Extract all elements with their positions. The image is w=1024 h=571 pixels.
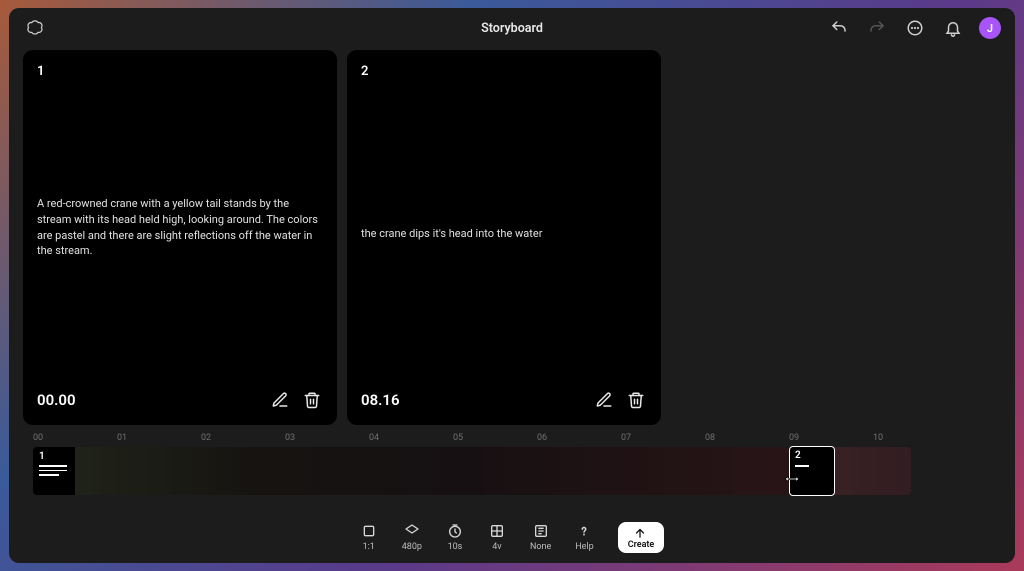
toolbar-label: Help (575, 542, 593, 552)
ruler-tick: 06 (537, 433, 621, 447)
card-timestamp: 00.00 (37, 391, 76, 409)
ruler-tick: 01 (117, 433, 201, 447)
logo-icon[interactable] (23, 16, 47, 40)
create-button[interactable]: Create (618, 522, 665, 553)
clip-text-icon (39, 465, 67, 476)
ruler-tick: 04 (369, 433, 453, 447)
grid-icon (488, 522, 506, 540)
ruler-tick: 08 (705, 433, 789, 447)
clip-preview (75, 447, 789, 495)
toolbar-label: 480p (402, 542, 422, 552)
toolbar-label: 4v (492, 542, 501, 552)
storyboard-cards: 1 A red-crowned crane with a yellow tail… (9, 48, 1015, 433)
clock-icon (446, 522, 464, 540)
clip-number: 2 (795, 450, 801, 461)
ruler-tick: 02 (201, 433, 285, 447)
card-timestamp: 08.16 (361, 391, 400, 409)
timeline-track[interactable]: 1 2 (33, 447, 991, 495)
ruler-tick: 07 (621, 433, 705, 447)
app-window: Storyboard J 1 A red-crowned crane with … (9, 8, 1015, 563)
ruler-tick: 05 (453, 433, 537, 447)
redo-button[interactable] (865, 16, 889, 40)
card-number: 2 (361, 64, 647, 79)
timeline-clip-handle[interactable]: 2 (789, 446, 835, 496)
upload-icon (633, 526, 649, 540)
delete-button[interactable] (625, 389, 647, 411)
more-button[interactable] (903, 16, 927, 40)
undo-button[interactable] (827, 16, 851, 40)
bottom-toolbar: 1:1 480p 10s 4v None (9, 511, 1015, 563)
timeline-ruler: 00 01 02 03 04 05 06 07 08 09 10 (33, 433, 991, 447)
notifications-button[interactable] (941, 16, 965, 40)
clip-number: 1 (39, 451, 45, 462)
timeline: 00 01 02 03 04 05 06 07 08 09 10 1 2 (9, 433, 1015, 511)
card-description: A red-crowned crane with a yellow tail s… (37, 196, 323, 260)
storyboard-card[interactable]: 1 A red-crowned crane with a yellow tail… (23, 50, 337, 425)
ruler-tick: 10 (873, 433, 957, 447)
header-bar: Storyboard J (9, 8, 1015, 48)
aspect-icon (360, 522, 378, 540)
toolbar-label: Create (628, 540, 655, 550)
edit-button[interactable] (593, 389, 615, 411)
help-button[interactable]: Help (575, 522, 593, 552)
card-number: 1 (37, 64, 323, 79)
aspect-ratio-button[interactable]: 1:1 (360, 522, 378, 552)
duration-button[interactable]: 10s (446, 522, 464, 552)
avatar[interactable]: J (979, 17, 1001, 39)
card-description: the crane dips it's head into the water (361, 226, 647, 242)
clip-text-icon (795, 465, 809, 467)
help-icon (575, 522, 593, 540)
edit-button[interactable] (269, 389, 291, 411)
ruler-tick: 03 (285, 433, 369, 447)
toolbar-label: 1:1 (363, 542, 375, 552)
delete-button[interactable] (301, 389, 323, 411)
style-button[interactable]: None (530, 522, 551, 552)
timeline-clip[interactable]: 1 (33, 447, 789, 495)
ruler-tick: 00 (33, 433, 117, 447)
ruler-tick: 09 (789, 433, 873, 447)
toolbar-label: 10s (448, 542, 463, 552)
storyboard-card[interactable]: 2 the crane dips it's head into the wate… (347, 50, 661, 425)
toolbar-label: None (530, 542, 551, 552)
resolution-button[interactable]: 480p (402, 522, 422, 552)
resolution-icon (403, 522, 421, 540)
variations-button[interactable]: 4v (488, 522, 506, 552)
style-icon (532, 522, 550, 540)
